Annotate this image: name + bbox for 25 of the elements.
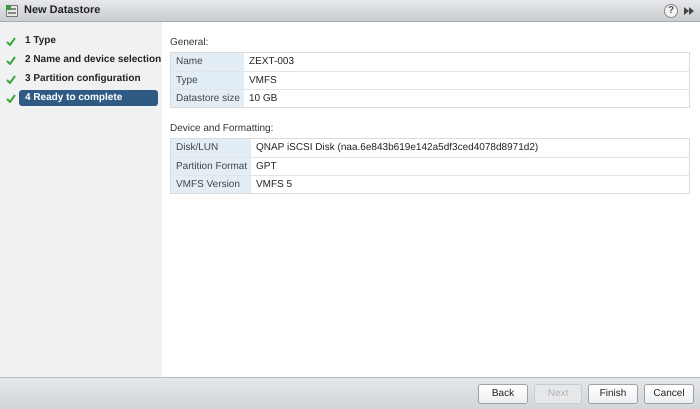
property-value: VMFS 5	[255, 178, 294, 192]
property-value: VMFS	[248, 74, 278, 88]
property-value: ZEXT-003	[248, 55, 296, 69]
property-label: Disk/LUN	[171, 139, 251, 157]
wizard-step[interactable]: 1 Type	[19, 33, 158, 49]
wizard-step[interactable]: 2 Name and device selection	[19, 52, 162, 68]
wizard-button[interactable]: Cancel	[644, 384, 694, 404]
property-label: Name	[171, 53, 244, 71]
datastore-icon	[6, 4, 18, 16]
property-value: GPT	[255, 160, 278, 174]
wizard-step[interactable]: 4 Ready to complete	[19, 90, 158, 106]
window-title: New Datastore	[24, 3, 100, 18]
property-label: Type	[171, 72, 244, 89]
forward-icon[interactable]	[684, 6, 694, 14]
property-value: QNAP iSCSI Disk (naa.6e843b619e142a5df3ced4078d8971d2)	[255, 141, 540, 155]
section-title: Device and Formatting:	[170, 122, 274, 135]
property-label: Partition Format	[171, 158, 251, 175]
property-value: 10 GB	[248, 92, 278, 106]
property-label: VMFS Version	[171, 176, 251, 193]
help-button[interactable]: ?	[664, 4, 678, 18]
section-title: General:	[170, 36, 210, 49]
wizard-button[interactable]: Finish	[588, 384, 638, 404]
property-label: Datastore size	[171, 90, 244, 107]
wizard-button[interactable]: Back	[478, 384, 528, 404]
wizard-step[interactable]: 3 Partition configuration	[19, 71, 158, 87]
